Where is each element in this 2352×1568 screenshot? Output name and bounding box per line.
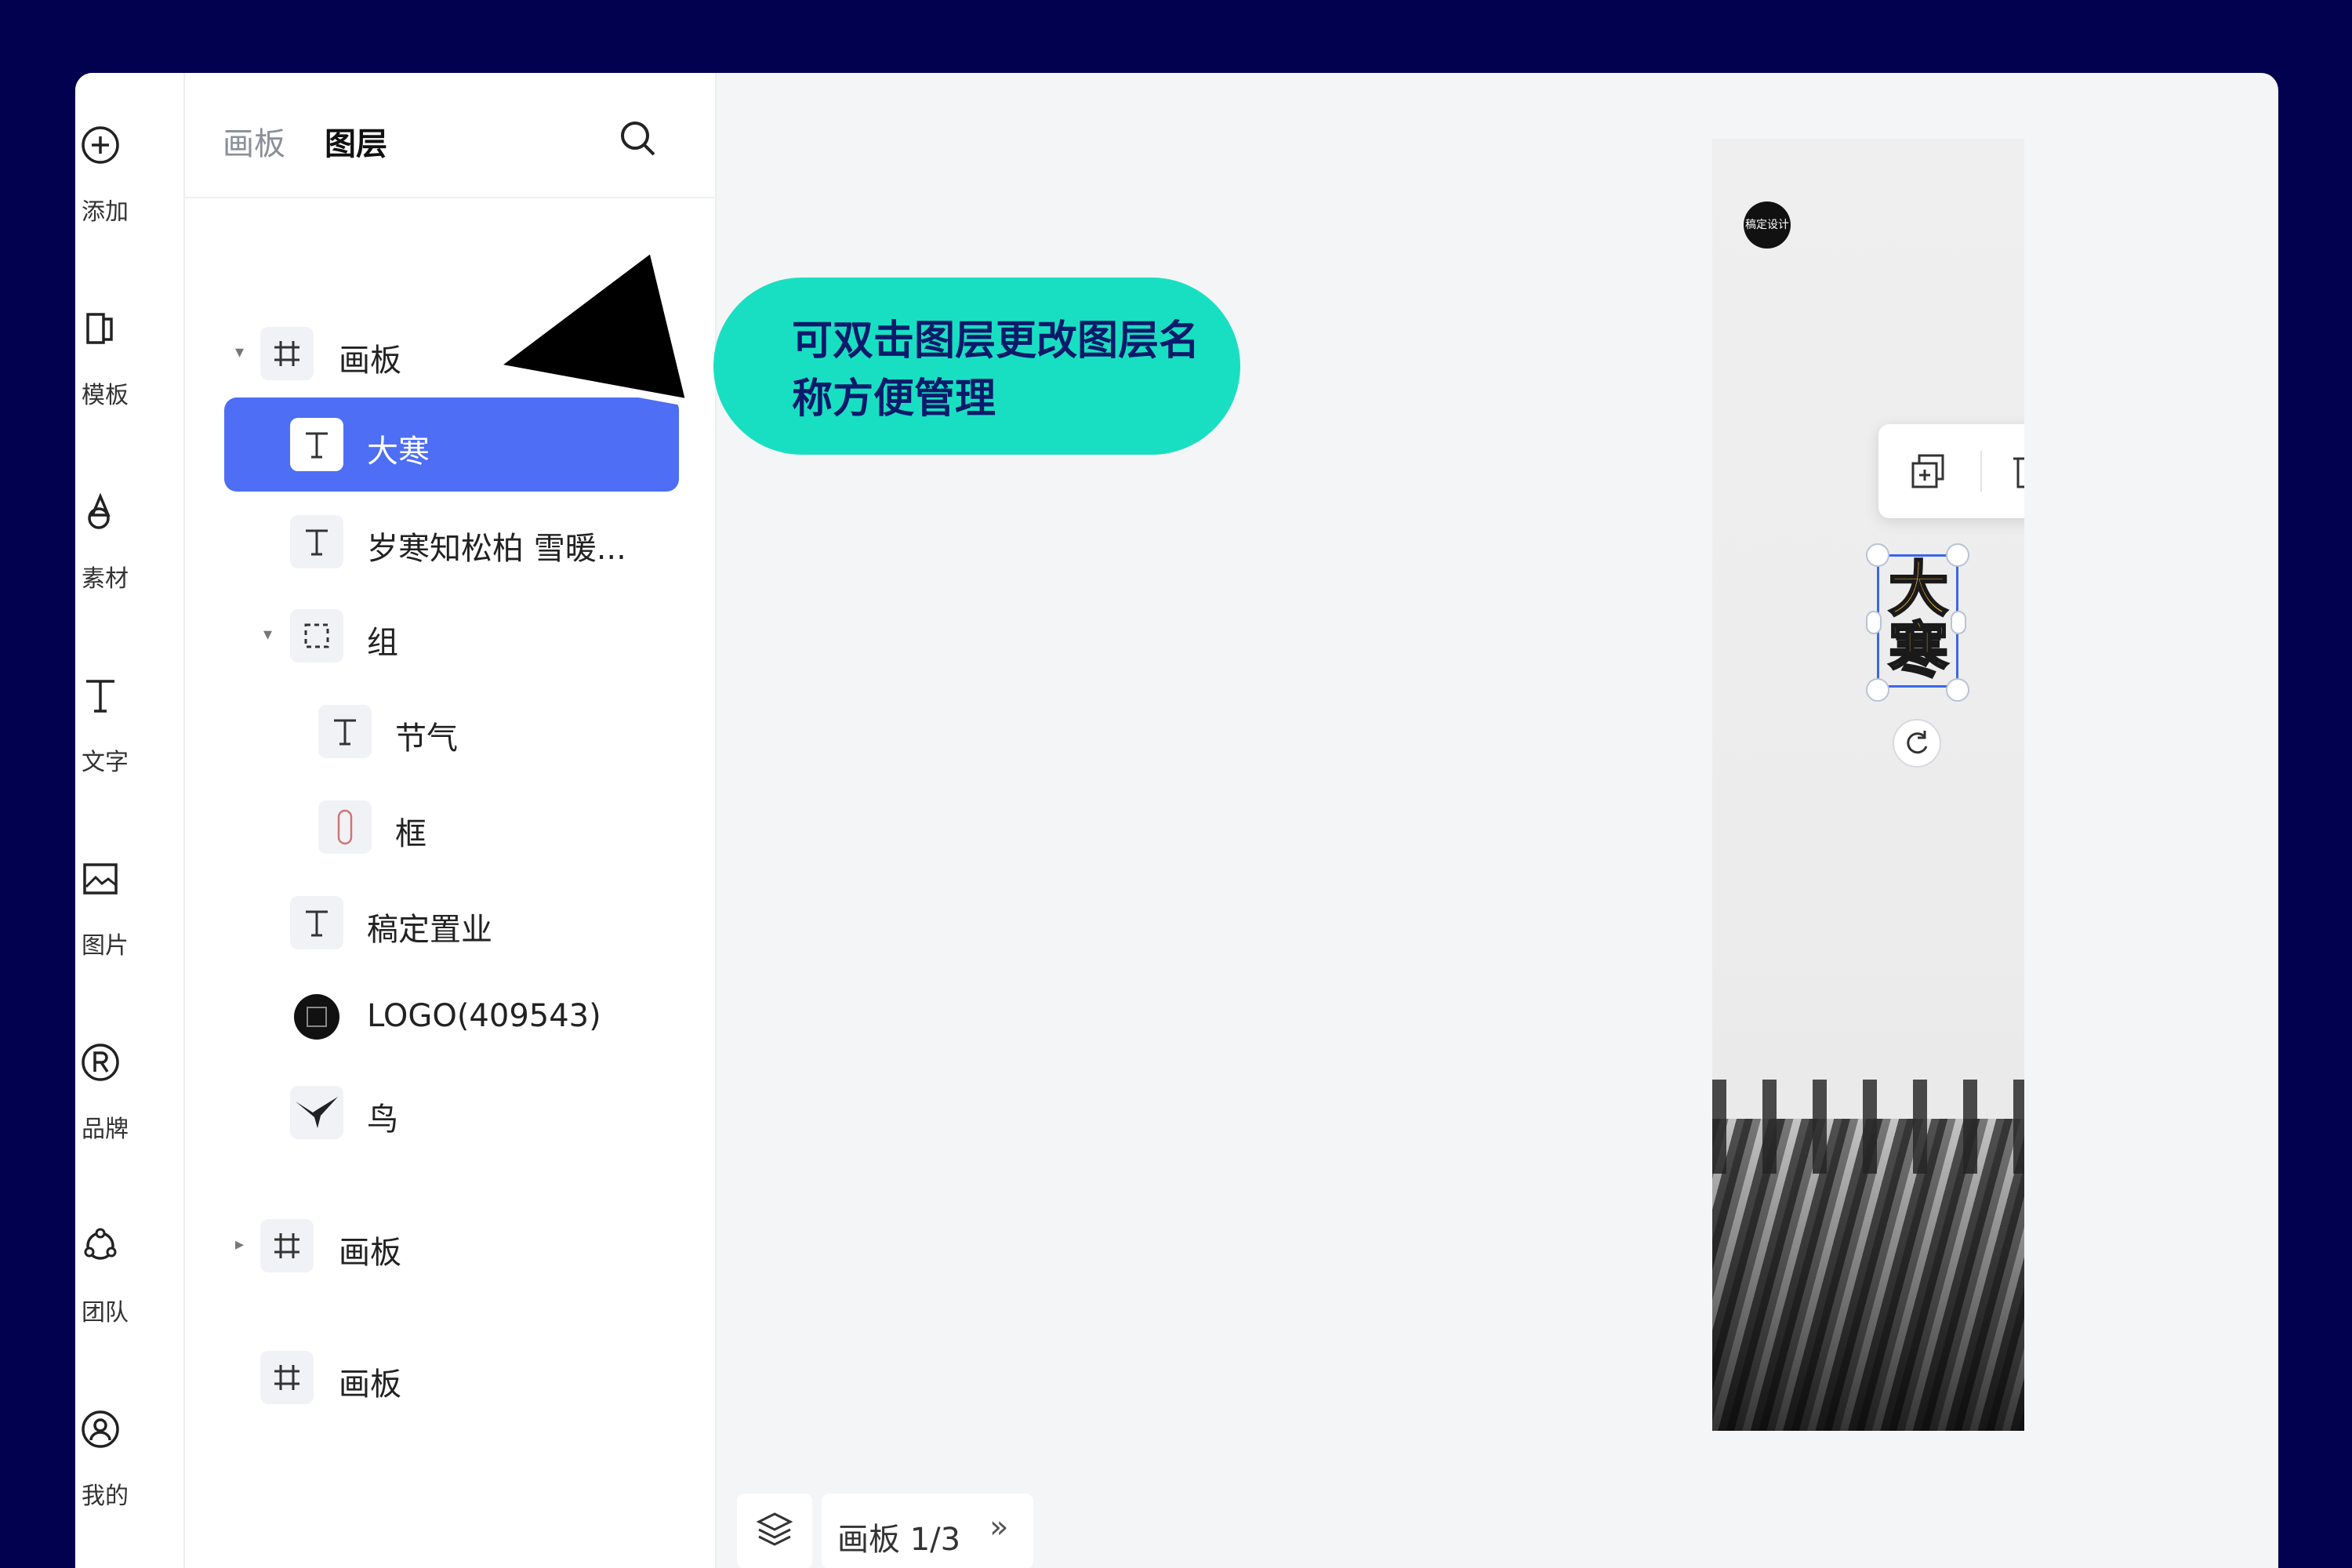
layer-name: 组	[367, 625, 398, 661]
artboard-icon	[260, 1219, 314, 1272]
layer-row-text[interactable]: 节气	[185, 691, 717, 769]
tool-brand[interactable]: 品牌	[75, 1040, 185, 1197]
text-layer-icon	[290, 896, 343, 949]
resize-handle[interactable]	[1951, 611, 1966, 634]
template-icon	[78, 307, 122, 350]
bird-thumbnail	[290, 1086, 343, 1139]
layer-name: LOGO(409543)	[367, 998, 601, 1034]
logo-text: 稿定设计	[1745, 219, 1789, 231]
search-icon[interactable]	[616, 117, 660, 161]
tip-callout: 可双击图层更改图层名称方便管理	[713, 278, 1240, 455]
tool-label: 品牌	[82, 1116, 129, 1143]
roof-shading	[1712, 1119, 2024, 1431]
layer-name: 节气	[395, 720, 458, 757]
layer-name: 大寒	[367, 434, 430, 470]
resize-handle[interactable]	[1946, 543, 1969, 567]
logo-thumbnail	[290, 990, 343, 1044]
image-icon	[78, 857, 122, 901]
layer-name: 稿定置业	[367, 912, 492, 948]
artboard[interactable]: 稿定设计 大寒	[1712, 139, 2024, 1431]
tip-text: 可双击图层更改图层名称方便管理	[792, 318, 1200, 423]
artboard-logo[interactable]: 稿定设计	[1744, 201, 1791, 249]
tool-template[interactable]: 模板	[75, 307, 185, 463]
tool-label: 添加	[82, 198, 129, 226]
frame-shape-icon	[318, 800, 372, 854]
tool-text[interactable]: 文字	[75, 673, 185, 830]
tool-image[interactable]: 图片	[75, 857, 185, 1014]
layer-row-text[interactable]: 岁寒知松柏 雪暖...	[185, 501, 717, 579]
left-toolbar: 添加 模板 素材 文字 图片 品牌 团队 我的	[75, 73, 185, 1568]
caret-down-icon[interactable]: ▾	[263, 625, 279, 644]
text-layer-icon	[318, 705, 372, 758]
resize-handle[interactable]	[1866, 543, 1889, 567]
tool-label: 文字	[82, 749, 129, 776]
group-icon	[290, 609, 343, 662]
tab-layer[interactable]: 图层	[325, 118, 387, 164]
layer-row-group[interactable]: ▾ 组	[185, 595, 717, 673]
layer-row-shape[interactable]: 框	[185, 786, 717, 865]
delete-icon[interactable]	[2009, 451, 2024, 495]
caret-down-icon[interactable]: ▾	[235, 343, 251, 362]
layer-row-text[interactable]: 稿定置业	[185, 882, 717, 960]
add-circle-icon	[78, 123, 122, 167]
layer-name: 框	[395, 816, 426, 852]
selection-frame	[1877, 554, 1958, 688]
layer-name: 岁寒知松柏 雪暖...	[367, 531, 626, 567]
tool-team[interactable]: 团队	[75, 1224, 185, 1381]
tab-board[interactable]: 画板	[223, 118, 285, 164]
rotate-icon[interactable]	[1893, 719, 1941, 768]
material-icon	[78, 490, 122, 534]
text-layer-icon	[290, 515, 343, 568]
duplicate-icon[interactable]	[1908, 451, 1949, 495]
caret-right-icon[interactable]: ▸	[235, 1235, 251, 1254]
layer-row-image[interactable]: 鸟	[185, 1072, 717, 1150]
layer-name: 画板	[339, 1367, 401, 1403]
layers-icon	[754, 1509, 795, 1553]
tool-label: 团队	[82, 1299, 129, 1327]
tool-label: 图片	[82, 932, 129, 960]
user-icon	[78, 1407, 122, 1451]
tool-label: 素材	[82, 565, 129, 593]
toolbar-divider	[1980, 451, 1982, 492]
tool-material[interactable]: 素材	[75, 490, 185, 647]
page-indicator[interactable]: 画板 1/3 »	[822, 1494, 1033, 1568]
resize-handle[interactable]	[1866, 611, 1882, 634]
layer-name: 画板	[339, 1235, 401, 1271]
brand-icon	[78, 1040, 122, 1084]
layer-name: 画板	[339, 343, 401, 379]
layers-toggle-button[interactable]	[737, 1494, 812, 1568]
resize-handle[interactable]	[1866, 678, 1889, 702]
text-layer-icon	[290, 418, 343, 471]
tool-label: 模板	[82, 382, 129, 409]
tool-add[interactable]: 添加	[75, 123, 185, 280]
layer-row-artboard[interactable]: ▸ 画板	[185, 1205, 717, 1283]
artboard-icon	[260, 1351, 314, 1404]
resize-handle[interactable]	[1946, 678, 1969, 702]
pointer-arrow-icon	[490, 244, 694, 407]
layer-name: 鸟	[367, 1102, 398, 1138]
panel-header: 画板 图层	[185, 73, 715, 198]
next-page-icon[interactable]: »	[989, 1509, 1008, 1545]
tool-label: 我的	[82, 1483, 129, 1510]
text-icon	[78, 673, 122, 717]
tool-mine[interactable]: 我的	[75, 1407, 185, 1564]
floating-toolbar	[1878, 424, 2024, 518]
artboard-icon	[260, 327, 314, 380]
team-icon	[78, 1224, 122, 1268]
page-indicator-label: 画板 1/3	[837, 1522, 961, 1558]
layer-row-image[interactable]: LOGO(409543)	[185, 976, 717, 1054]
layer-row-artboard[interactable]: 画板	[185, 1337, 717, 1415]
